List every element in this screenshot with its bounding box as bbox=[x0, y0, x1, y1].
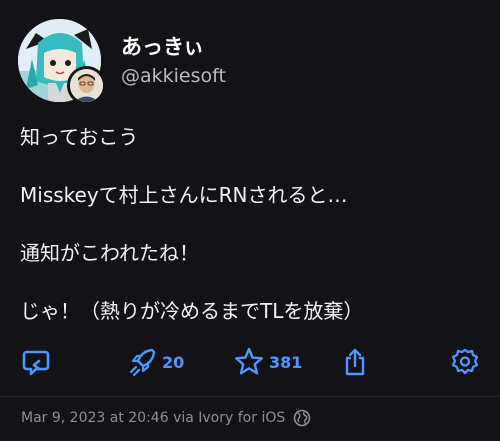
reply-icon bbox=[22, 350, 50, 376]
rocket-boost-icon bbox=[129, 348, 156, 377]
globe-icon bbox=[293, 409, 311, 427]
visibility-indicator bbox=[293, 409, 311, 427]
handle[interactable]: @akkiesoft bbox=[121, 63, 226, 89]
share-button[interactable] bbox=[340, 344, 370, 380]
post-meta: Mar 9, 2023 at 20:46 via Ivory for iOS bbox=[21, 406, 311, 430]
favorite-button[interactable]: 381 bbox=[233, 344, 302, 380]
star-icon bbox=[235, 347, 263, 375]
action-bar: 20 381 bbox=[0, 344, 500, 380]
post-body: 知っておこう Misskeyて村上さんにRNされると… 通知がこわれたね！ じゃ… bbox=[20, 118, 490, 330]
share-icon bbox=[345, 348, 365, 376]
post-line: じゃ！（熱りが冷めるまでTLを放棄） bbox=[20, 299, 364, 323]
timestamp: Mar 9, 2023 at 20:46 via Ivory for iOS bbox=[21, 410, 286, 426]
boost-count: 20 bbox=[162, 352, 185, 372]
post-line: 知っておこう bbox=[20, 125, 139, 149]
avatar-badge-photo bbox=[70, 69, 103, 102]
post-line: 通知がこわれたね！ bbox=[20, 241, 199, 265]
display-name[interactable]: あっきぃ bbox=[121, 34, 204, 60]
divider bbox=[0, 396, 500, 397]
avatar-badge bbox=[67, 66, 106, 105]
gear-icon bbox=[451, 348, 479, 375]
boost-button[interactable]: 20 bbox=[128, 344, 184, 380]
more-button[interactable] bbox=[450, 344, 480, 380]
post-line: Misskeyて村上さんにRNされると… bbox=[20, 183, 348, 207]
favorite-count: 381 bbox=[269, 352, 303, 372]
reply-button[interactable] bbox=[20, 344, 52, 380]
